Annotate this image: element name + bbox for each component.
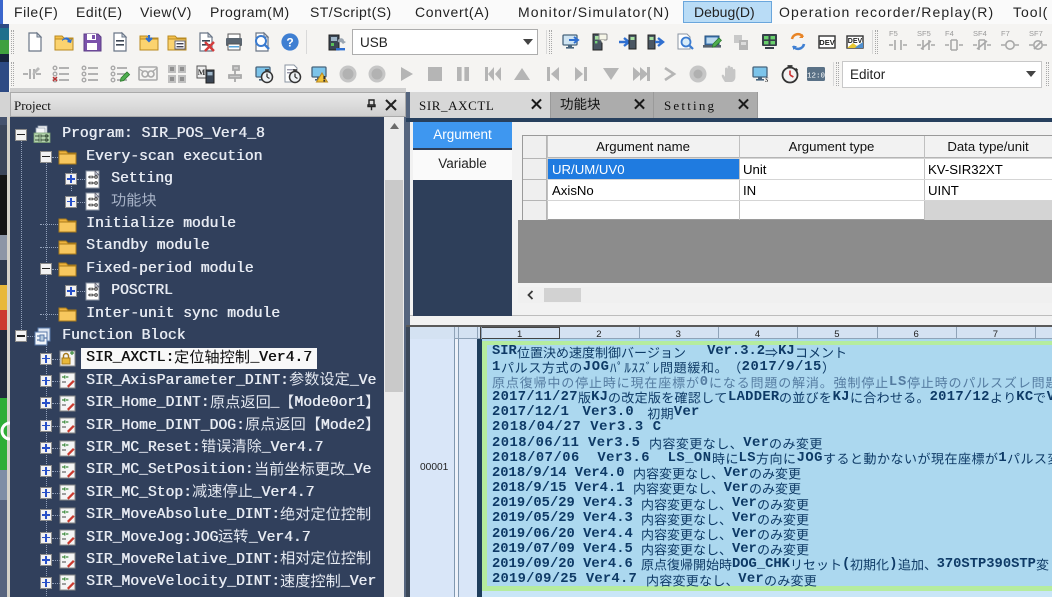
svg-text:12:0: 12:0 xyxy=(807,73,826,81)
svg-text:s: s xyxy=(765,74,769,84)
svg-text:DEV: DEV xyxy=(819,38,834,47)
